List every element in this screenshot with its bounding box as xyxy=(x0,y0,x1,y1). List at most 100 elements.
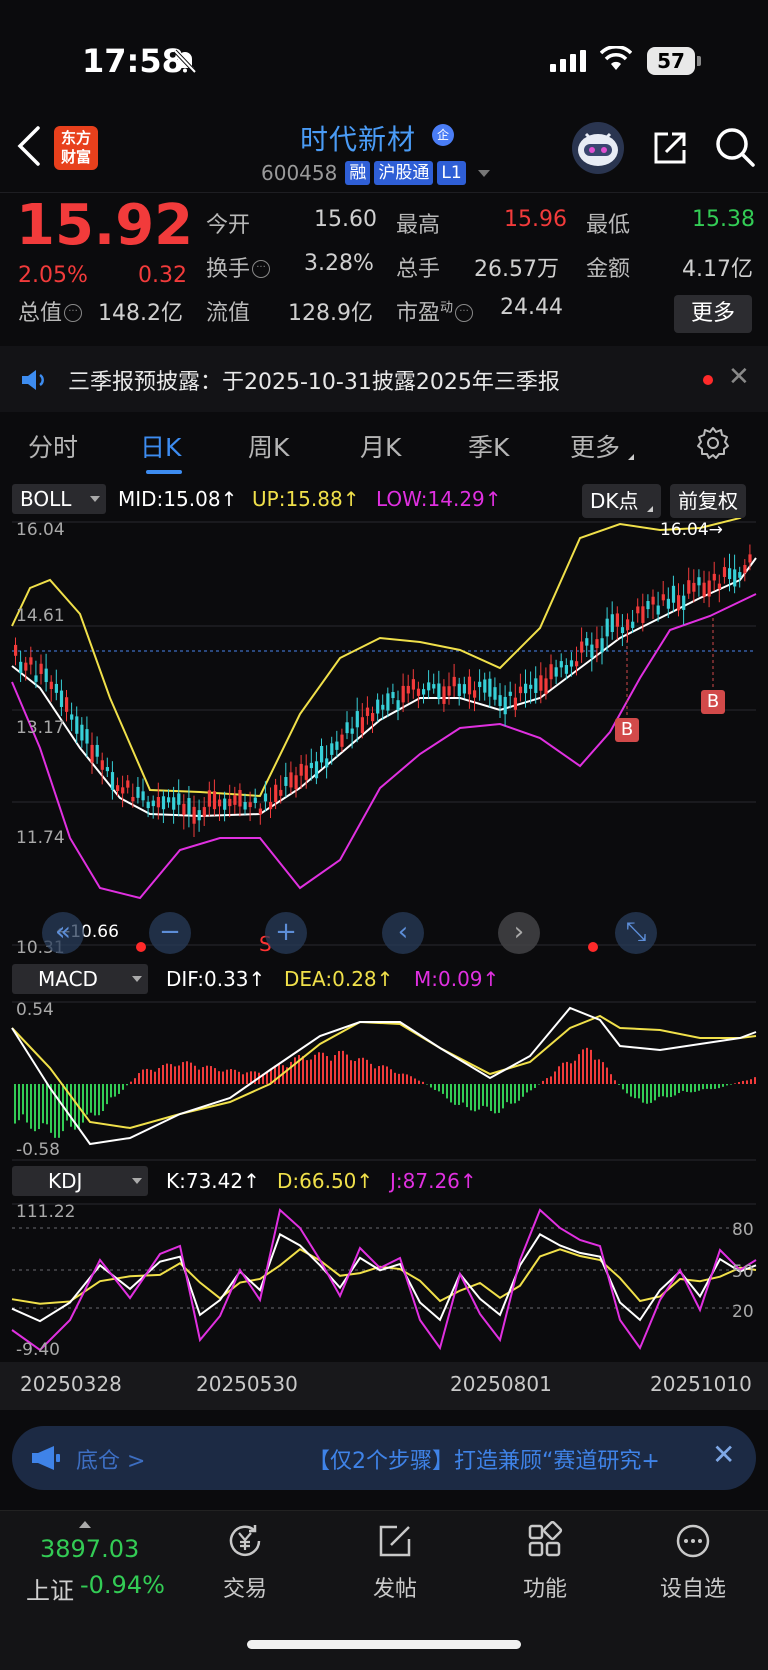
candle-body xyxy=(105,767,109,772)
macd-bar xyxy=(526,1084,528,1093)
bell-slash-icon xyxy=(173,49,197,74)
macd-bar xyxy=(86,1084,88,1115)
nav-trade[interactable]: 交易 xyxy=(190,1521,300,1603)
nav-watchlist[interactable]: 设自选 xyxy=(638,1521,748,1603)
candle-body xyxy=(406,685,410,694)
macd-bar xyxy=(442,1084,444,1094)
candle-body xyxy=(314,761,319,779)
nav-post[interactable]: 发帖 xyxy=(340,1521,450,1603)
boll-indicator-row: BOLL MID:15.08↑ UP:15.88↑ LOW:14.29↑ DK点… xyxy=(0,484,768,518)
macd-bar xyxy=(666,1084,668,1098)
tab-daily-k[interactable]: 日K xyxy=(140,428,181,464)
kdj-j-line xyxy=(11,1208,757,1352)
index-change[interactable]: -0.94% xyxy=(80,1571,165,1599)
macd-bar xyxy=(114,1084,116,1097)
promo-banner[interactable]: 底仓 > 【仅2个步骤】打造兼顾“赛道研究+ ✕ xyxy=(12,1426,756,1490)
candle-body xyxy=(728,568,732,580)
tab-weekly-k[interactable]: 周K xyxy=(248,428,289,464)
macd-bar xyxy=(630,1084,632,1097)
tab-monthly-k[interactable]: 月K xyxy=(360,428,401,464)
notice-bar[interactable]: 三季报预披露：于2025-10-31披露2025年三季报 ✕ xyxy=(0,346,768,412)
macd-bar xyxy=(410,1076,412,1084)
macd-bar xyxy=(574,1060,576,1084)
candle-body xyxy=(692,582,696,592)
grid-icon xyxy=(528,1521,563,1557)
candle-body xyxy=(738,572,742,578)
candle-body xyxy=(462,684,466,694)
candle-body xyxy=(457,683,461,697)
info-icon[interactable]: ··· xyxy=(252,260,271,278)
candle-body xyxy=(44,668,48,683)
macd-selector[interactable]: MACD xyxy=(12,964,148,994)
macd-bar xyxy=(622,1084,624,1090)
zoom-out-button[interactable]: − xyxy=(149,912,191,954)
nav-label: 发帖 xyxy=(372,1577,417,1602)
signal-dot xyxy=(136,942,146,952)
candle-body xyxy=(396,700,400,710)
macd-bar xyxy=(154,1071,156,1084)
candle-body xyxy=(554,667,558,677)
boll-mid-line xyxy=(11,557,757,818)
candle-body xyxy=(309,762,313,769)
candle-body xyxy=(631,621,635,628)
chevron-up-icon[interactable] xyxy=(79,1521,91,1528)
amount-label: 金额 xyxy=(586,257,631,282)
macd-chart[interactable] xyxy=(0,998,768,1162)
banner-left-text[interactable]: 底仓 > xyxy=(76,1443,145,1475)
scroll-left-fast-button[interactable]: « xyxy=(42,912,84,954)
macd-bar xyxy=(646,1084,648,1104)
dk-point-button[interactable]: DK点 xyxy=(582,484,661,518)
candle-body xyxy=(697,577,701,586)
current-price: 15.92 xyxy=(16,193,194,258)
tab-quarterly-k[interactable]: 季K xyxy=(468,428,509,464)
macd-bar xyxy=(206,1065,208,1084)
adjust-button[interactable]: 前复权 xyxy=(670,484,746,518)
candle-body xyxy=(167,797,171,803)
info-icon[interactable]: ··· xyxy=(455,304,474,322)
candle-body xyxy=(534,678,538,693)
scroll-left-button[interactable]: ‹ xyxy=(382,912,424,954)
change-percent: 2.05% xyxy=(18,263,88,288)
candle-body xyxy=(238,789,242,807)
stock-name[interactable]: 时代新材 xyxy=(300,118,416,158)
boll-selector[interactable]: BOLL xyxy=(12,484,106,514)
index-value[interactable]: 3897.03 xyxy=(40,1535,139,1563)
info-icon[interactable]: ··· xyxy=(64,304,83,322)
candle-body xyxy=(615,613,619,627)
macd-bar xyxy=(642,1084,644,1103)
banner-text[interactable]: 【仅2个步骤】打造兼顾“赛道研究+ xyxy=(308,1443,660,1475)
tab-more[interactable]: 更多 xyxy=(570,428,635,464)
candle-body xyxy=(478,681,482,688)
close-icon[interactable]: ✕ xyxy=(712,1438,735,1471)
tab-intraday[interactable]: 分时 xyxy=(28,428,78,464)
macd-bar xyxy=(390,1069,392,1084)
nav-functions[interactable]: 功能 xyxy=(490,1521,600,1603)
chat-dots-icon xyxy=(676,1524,710,1558)
fullscreen-button[interactable]: ⤡ xyxy=(615,912,657,954)
index-name[interactable]: 上证 xyxy=(26,1571,74,1606)
stock-sub-info[interactable]: 600458 融 沪股通 L1 xyxy=(261,160,490,186)
back-arrow-icon[interactable] xyxy=(16,124,42,168)
macd-bar xyxy=(538,1084,540,1085)
kdj-selector[interactable]: KDJ xyxy=(12,1166,148,1196)
robot-assistant-icon[interactable] xyxy=(570,120,626,176)
macd-bar xyxy=(94,1084,96,1116)
gear-icon[interactable] xyxy=(696,426,730,460)
close-icon[interactable]: ✕ xyxy=(728,362,750,392)
candle-body xyxy=(376,699,380,714)
chevron-down-icon[interactable] xyxy=(477,169,490,177)
candle-body xyxy=(151,800,155,807)
scroll-right-button[interactable]: › xyxy=(498,912,540,954)
candlestick-chart[interactable] xyxy=(0,518,768,958)
zoom-in-button[interactable]: + xyxy=(265,912,307,954)
kdj-chart[interactable] xyxy=(0,1200,768,1362)
more-button[interactable]: 更多 xyxy=(674,295,752,333)
share-icon[interactable] xyxy=(650,128,690,168)
app-logo[interactable]: 东方 财富 xyxy=(54,126,98,170)
candle-body xyxy=(610,614,614,633)
macd-bar xyxy=(674,1084,676,1096)
macd-bar xyxy=(306,1060,308,1084)
macd-bar xyxy=(70,1084,72,1127)
yen-cycle-icon xyxy=(229,1525,261,1557)
search-icon[interactable] xyxy=(714,126,756,168)
